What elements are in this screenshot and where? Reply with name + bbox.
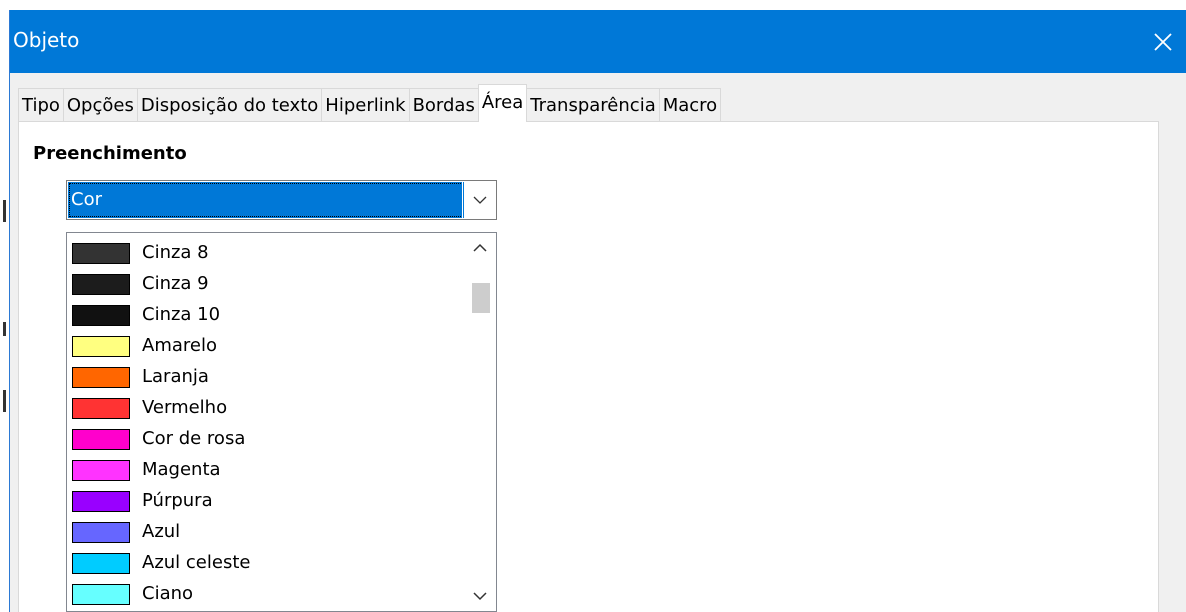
- color-list-items: Cinza 8 Cinza 9 Cinza 10 Amarelo Laranja Verm…: [67, 238, 463, 611]
- background-mark: [3, 200, 6, 222]
- color-swatch: [72, 491, 130, 512]
- color-swatch: [72, 553, 130, 574]
- color-list-item[interactable]: Magenta: [67, 455, 463, 486]
- color-list-item[interactable]: Amarelo: [67, 331, 463, 362]
- color-swatch: [72, 460, 130, 481]
- chevron-up-icon: [473, 243, 487, 252]
- background-mark: [3, 322, 6, 336]
- tab-opcoes[interactable]: Opções: [62, 88, 138, 122]
- color-list[interactable]: Cinza 8 Cinza 9 Cinza 10 Amarelo Laranja Verm…: [66, 232, 497, 612]
- chevron-down-icon: [473, 592, 487, 601]
- color-list-item[interactable]: Cinza 10: [67, 300, 463, 331]
- fill-type-dropdown[interactable]: Cor: [66, 180, 497, 220]
- tab-macro[interactable]: Macro: [658, 88, 722, 122]
- color-swatch: [72, 584, 130, 605]
- fill-type-selected-value: Cor: [68, 182, 464, 218]
- tab-area[interactable]: Área: [477, 84, 528, 122]
- dialog-title: Objeto: [13, 28, 80, 52]
- tab-hiperlink[interactable]: Hiperlink: [321, 88, 410, 122]
- color-name: Azul: [142, 521, 181, 542]
- color-list-item[interactable]: Azul celeste: [67, 548, 463, 579]
- color-swatch: [72, 398, 130, 419]
- color-name: Ciano: [142, 583, 194, 604]
- color-name: Púrpura: [142, 490, 213, 511]
- tab-bordas[interactable]: Bordas: [408, 88, 479, 122]
- color-name: Laranja: [142, 366, 209, 387]
- color-swatch: [72, 522, 130, 543]
- color-list-item[interactable]: Cinza 8: [67, 238, 463, 269]
- background-window-edge: [0, 10, 9, 612]
- color-name: Magenta: [142, 459, 221, 480]
- close-icon: [1154, 32, 1172, 51]
- color-list-item[interactable]: Laranja: [67, 362, 463, 393]
- color-list-item[interactable]: Cor de rosa: [67, 424, 463, 455]
- scroll-down-button[interactable]: [464, 581, 496, 611]
- tab-disposicao-do-texto[interactable]: Disposição do texto: [136, 88, 323, 122]
- color-name: Cinza 10: [142, 304, 221, 325]
- dialog-titlebar[interactable]: Objeto: [10, 10, 1186, 73]
- color-list-item[interactable]: Ciano: [67, 579, 463, 610]
- color-swatch: [72, 367, 130, 388]
- tab-tipo[interactable]: Tipo: [18, 88, 64, 122]
- tab-transparencia[interactable]: Transparência: [526, 88, 660, 122]
- color-list-item[interactable]: Vermelho: [67, 393, 463, 424]
- color-name: Cor de rosa: [142, 428, 246, 449]
- scroll-up-button[interactable]: [464, 233, 496, 263]
- color-list-item[interactable]: Azul: [67, 517, 463, 548]
- color-swatch: [72, 274, 130, 295]
- color-list-item[interactable]: Púrpura: [67, 486, 463, 517]
- color-name: Azul celeste: [142, 552, 251, 573]
- color-swatch: [72, 429, 130, 450]
- color-name: Cinza 8: [142, 242, 209, 263]
- chevron-down-icon: [473, 196, 486, 204]
- background-mark: [3, 390, 6, 412]
- tab-bar: Tipo Opções Disposição do texto Hiperlin…: [18, 84, 722, 122]
- color-swatch: [72, 243, 130, 264]
- color-list-scrollbar[interactable]: [464, 233, 496, 611]
- color-swatch: [72, 336, 130, 357]
- fill-section-label: Preenchimento: [33, 143, 187, 164]
- color-list-item[interactable]: Cinza 9: [67, 269, 463, 300]
- color-swatch: [72, 305, 130, 326]
- color-name: Cinza 9: [142, 273, 209, 294]
- window-top-strip: [0, 0, 1186, 10]
- color-name: Vermelho: [142, 397, 228, 418]
- dropdown-arrow-button[interactable]: [462, 181, 496, 219]
- color-name: Amarelo: [142, 335, 217, 356]
- close-button[interactable]: [1139, 10, 1186, 73]
- scroll-thumb[interactable]: [472, 283, 490, 313]
